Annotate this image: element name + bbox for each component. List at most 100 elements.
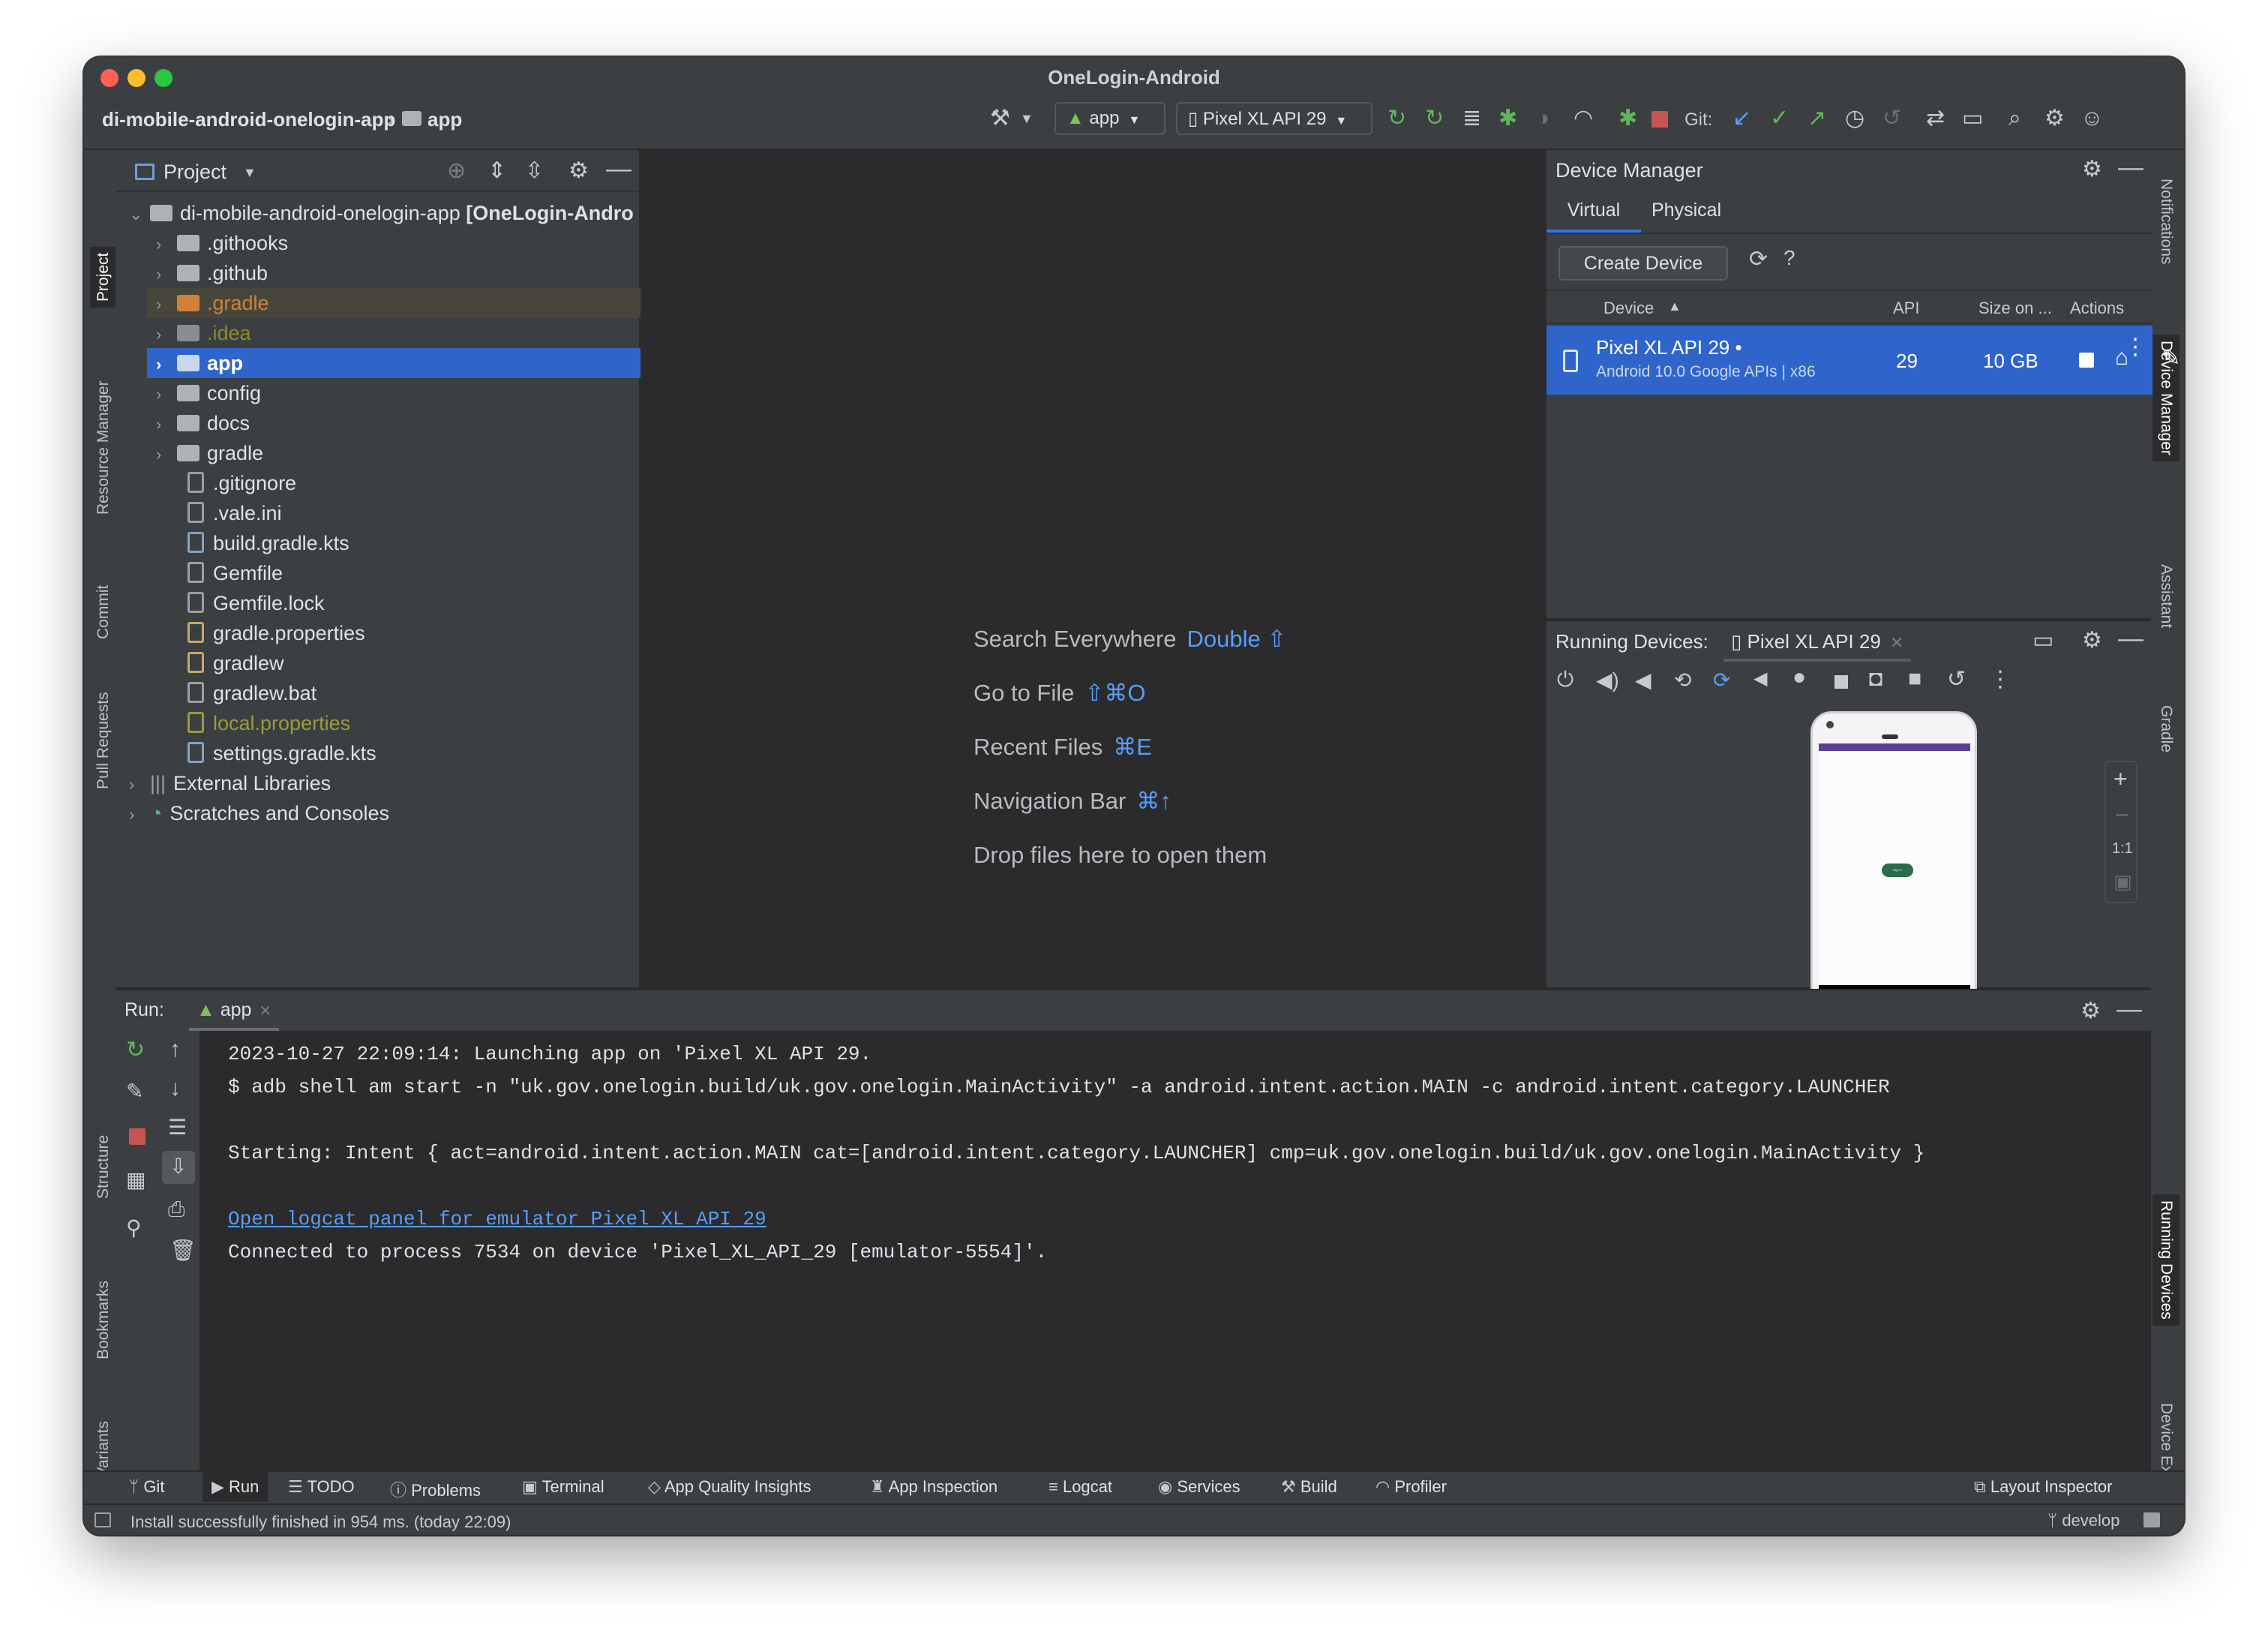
gear-icon[interactable]: ⚙ bbox=[2044, 107, 2065, 131]
print-icon[interactable]: ⎙ bbox=[168, 1197, 184, 1222]
back-icon[interactable]: ◀ bbox=[1754, 668, 1767, 689]
search-icon[interactable]: ⌕ bbox=[2008, 107, 2021, 131]
tool-tab-resource-manager[interactable]: Resource Manager bbox=[90, 374, 117, 521]
layout-icon[interactable]: ▦ bbox=[126, 1167, 146, 1192]
device-row[interactable]: Pixel XL API 29 • Android 10.0 Google AP… bbox=[1546, 326, 2180, 395]
account-icon[interactable]: ☺ bbox=[2080, 107, 2104, 131]
bottom-tab-layout-inspector[interactable]: ⧉ Layout Inspector bbox=[1974, 1477, 2113, 1497]
tree-item-gradlew-bat[interactable]: gradlew.bat bbox=[188, 678, 316, 708]
emulator-screen[interactable]: Sign in bbox=[1819, 743, 1970, 999]
tree-item-local-properties[interactable]: local.properties bbox=[188, 708, 350, 738]
tree-item-gitignore[interactable]: .gitignore bbox=[188, 468, 296, 498]
tool-tab-structure[interactable]: Structure bbox=[90, 1129, 117, 1205]
bottom-tab-app-quality-insights[interactable]: ◇ App Quality Insights bbox=[648, 1477, 812, 1497]
bottom-tab-app-inspection[interactable]: ♜ App Inspection bbox=[870, 1477, 998, 1497]
run-config-select[interactable]: ▲ app ▼ bbox=[1054, 102, 1166, 135]
tool-tab-project[interactable]: Project bbox=[90, 246, 117, 308]
git-commit-icon[interactable]: ✓ bbox=[1770, 107, 1789, 131]
git-update-icon[interactable]: ↙ bbox=[1732, 107, 1751, 131]
refresh-icon[interactable]: ⟳ bbox=[1749, 246, 1768, 272]
soft-wrap-icon[interactable]: ☰ bbox=[168, 1115, 187, 1140]
trash-icon[interactable]: 🗑 bbox=[170, 1238, 196, 1263]
volume-down-icon[interactable]: ◀ bbox=[1635, 668, 1652, 692]
locate-icon[interactable]: ⊕ bbox=[447, 158, 466, 184]
rotate-left-icon[interactable]: ⟲ bbox=[1674, 668, 1691, 692]
snapshot-icon[interactable]: ↺ bbox=[1947, 666, 1966, 692]
zoom-actual-size[interactable]: 1:1 bbox=[2112, 840, 2133, 858]
attach-debugger-icon[interactable]: ✱ bbox=[1618, 107, 1637, 131]
zoom-in-icon[interactable]: + bbox=[2114, 765, 2128, 793]
tree-item-githooks[interactable]: › .githooks bbox=[156, 228, 288, 258]
bottom-tab-logcat[interactable]: ≡ Logcat bbox=[1048, 1477, 1112, 1497]
tool-tab-pull-requests[interactable]: Pull Requests bbox=[90, 686, 117, 795]
minimize-panel-icon[interactable]: — bbox=[2118, 624, 2144, 653]
chevron-down-icon[interactable]: ▼ bbox=[1020, 107, 1034, 131]
scroll-to-end-toggle[interactable]: ⇩ bbox=[162, 1151, 195, 1184]
tree-external-libraries[interactable]: › ||| External Libraries bbox=[129, 768, 331, 798]
gear-icon[interactable]: ⚙ bbox=[2082, 156, 2102, 182]
bottom-tab-services[interactable]: ◉ Services bbox=[1158, 1477, 1240, 1497]
project-panel-title[interactable]: Project bbox=[164, 161, 226, 184]
tree-item-docs[interactable]: › docs bbox=[156, 408, 250, 438]
tree-item-gradlew[interactable]: gradlew bbox=[188, 648, 284, 678]
toggle-tool-windows-icon[interactable] bbox=[94, 1512, 111, 1527]
overview-icon[interactable] bbox=[1834, 675, 1848, 689]
stop-icon[interactable] bbox=[1652, 111, 1668, 128]
tree-item-gemfile-lock[interactable]: Gemfile.lock bbox=[188, 588, 325, 618]
tree-scratches[interactable]: › ◔ Scratches and Consoles bbox=[129, 798, 389, 828]
tree-item-gradle-cache[interactable]: › .gradle bbox=[147, 288, 640, 318]
volume-up-icon[interactable]: ◀) bbox=[1596, 668, 1619, 692]
bottom-tab-problems[interactable]: ⓘ Problems bbox=[390, 1477, 481, 1501]
tree-item-gradle[interactable]: › gradle bbox=[156, 438, 263, 468]
rerun-icon[interactable]: ↻ bbox=[126, 1037, 145, 1063]
history-icon[interactable]: ◷ bbox=[1845, 107, 1864, 131]
tree-item-idea[interactable]: › .idea bbox=[156, 318, 251, 348]
notifications-icon[interactable] bbox=[2144, 1512, 2160, 1527]
bottom-tab-todo[interactable]: ☰ TODO bbox=[288, 1477, 355, 1497]
tree-item-gemfile[interactable]: Gemfile bbox=[188, 558, 283, 588]
minimize-panel-icon[interactable]: — bbox=[2118, 153, 2144, 182]
help-icon[interactable]: ? bbox=[1784, 246, 1796, 270]
chevron-down-icon[interactable]: ▼ bbox=[243, 165, 256, 181]
build-hammer-icon[interactable]: ⚒ bbox=[990, 107, 1010, 131]
close-icon[interactable]: ✕ bbox=[1890, 633, 1904, 652]
column-size[interactable]: Size on ... bbox=[1978, 299, 2052, 318]
tree-item-gradle-properties[interactable]: gradle.properties bbox=[188, 618, 365, 648]
tool-tab-running-devices[interactable]: Running Devices bbox=[2152, 1194, 2180, 1326]
more-actions-icon[interactable]: ⋮ bbox=[2124, 336, 2146, 359]
minimize-panel-icon[interactable]: — bbox=[2116, 995, 2142, 1024]
tree-item-build-gradle-kts[interactable]: build.gradle.kts bbox=[188, 528, 350, 558]
tree-item-settings-gradle-kts[interactable]: settings.gradle.kts bbox=[188, 738, 376, 768]
bottom-tab-git[interactable]: ᛘ Git bbox=[129, 1477, 164, 1497]
minimize-panel-icon[interactable]: — bbox=[606, 155, 632, 184]
tab-virtual[interactable]: Virtual bbox=[1546, 192, 1641, 233]
bottom-tab-profiler[interactable]: ◠ Profiler bbox=[1376, 1477, 1447, 1497]
tree-root[interactable]: ⌄ di-mobile-android-onelogin-app [OneLogi… bbox=[129, 198, 634, 228]
device-mirror-icon[interactable]: ▭ bbox=[1962, 107, 1983, 131]
gear-icon[interactable]: ⚙ bbox=[568, 158, 589, 184]
apply-changes-icon[interactable]: ↻ bbox=[1425, 107, 1444, 131]
rotate-right-icon[interactable]: ⟳ bbox=[1713, 668, 1730, 692]
tool-tab-commit[interactable]: Commit bbox=[90, 579, 117, 645]
edit-icon[interactable]: ✎ bbox=[2162, 345, 2180, 371]
pin-icon[interactable]: ⚲ bbox=[126, 1215, 142, 1240]
breadcrumb-project[interactable]: di-mobile-android-onelogin-app bbox=[102, 108, 395, 131]
profile-icon[interactable]: ◠ bbox=[1574, 107, 1593, 131]
sign-in-button[interactable]: Sign in bbox=[1882, 864, 1913, 877]
apply-code-changes-icon[interactable]: ≣ bbox=[1462, 107, 1481, 131]
create-device-button[interactable]: Create Device bbox=[1558, 246, 1728, 281]
tree-item-github[interactable]: › .github bbox=[156, 258, 268, 288]
tab-physical[interactable]: Physical bbox=[1652, 200, 1721, 221]
editor-area[interactable]: Search Everywhere Double ⇧ Go to File ⇧⌘O … bbox=[642, 150, 1544, 987]
stop-icon[interactable] bbox=[129, 1128, 146, 1145]
home-icon[interactable]: ● bbox=[1792, 665, 1806, 690]
zoom-fit-icon[interactable]: ▣ bbox=[2114, 870, 2132, 894]
tool-tab-bookmarks[interactable]: Bookmarks bbox=[90, 1275, 117, 1365]
zoom-out-icon[interactable]: − bbox=[2115, 801, 2129, 829]
more-icon[interactable]: ⋮ bbox=[1989, 666, 2012, 692]
run-tab-app[interactable]: ▲ app ✕ bbox=[189, 993, 280, 1031]
rerun-icon[interactable]: ↻ bbox=[1388, 107, 1406, 131]
arrow-up-icon[interactable]: ↑ bbox=[170, 1037, 181, 1062]
column-device[interactable]: Device bbox=[1604, 299, 1654, 318]
bottom-tab-terminal[interactable]: ▣ Terminal bbox=[522, 1477, 604, 1497]
